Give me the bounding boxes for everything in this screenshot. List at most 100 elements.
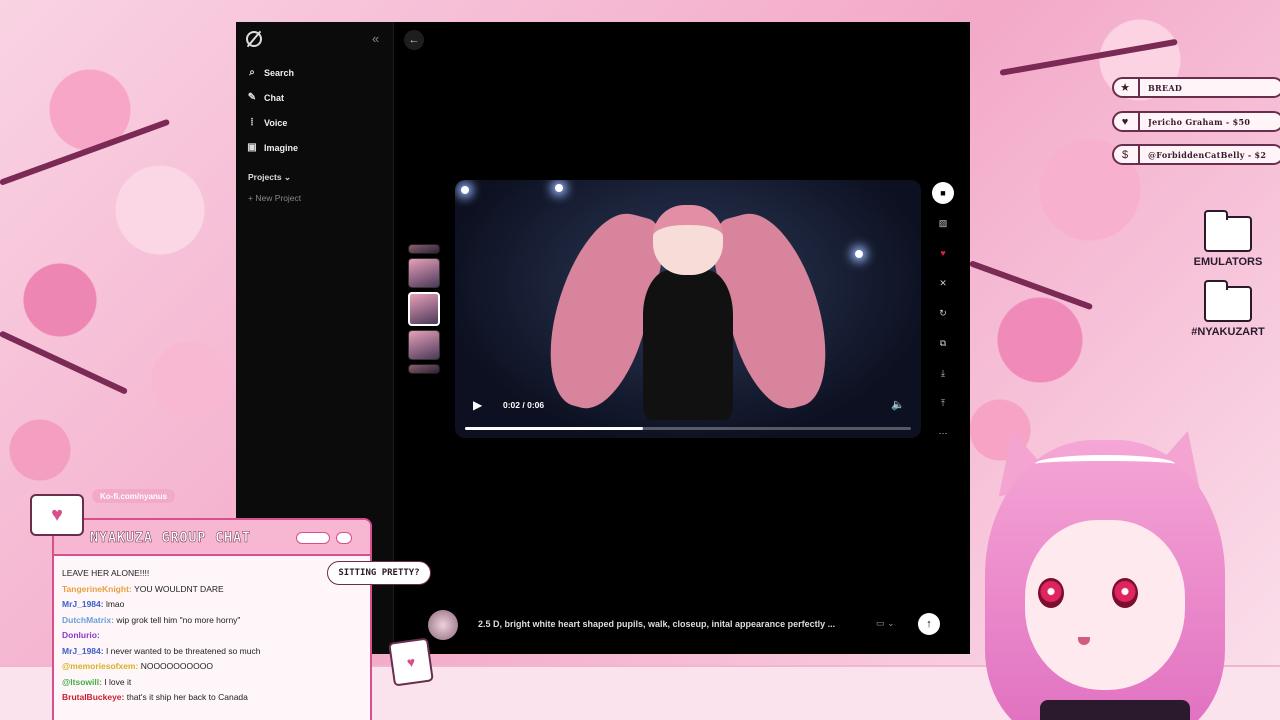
chat-text: NOOOOOOOOOO <box>140 661 213 671</box>
chat-username[interactable]: Donlurio: <box>62 630 100 640</box>
image-mode-icon[interactable]: ▨ <box>932 212 954 234</box>
chat-username[interactable]: DutchMatrix: <box>62 615 116 625</box>
decor-pill <box>296 532 330 544</box>
video-progress-fill <box>465 427 644 430</box>
desktop-folder-emulators[interactable]: EMULATORS <box>1190 210 1266 268</box>
chat-message: MrJ_1984: lmao <box>62 597 362 613</box>
alert-text: Jericho Graham - $50 <box>1148 116 1251 127</box>
video-side-toolbar: ■ ▨ ♥ ✕ ↻ ⧉ ⤓ ⤒ ⋯ <box>932 182 954 452</box>
chat-message: BrutalBuckeye: that's it ship her back t… <box>62 690 362 706</box>
volume-icon[interactable]: 🔈 <box>891 398 905 411</box>
sidebar-item-label: Imagine <box>264 142 299 153</box>
chat-title: NYAKUZA GROUP CHAT <box>90 530 251 547</box>
video-player[interactable]: ▶ 0:02 / 0:06 🔈 <box>455 180 921 438</box>
remix-icon[interactable]: ⧉ <box>932 332 954 354</box>
folder-label: EMULATORS <box>1193 256 1263 268</box>
chat-message: Donlurio: <box>62 628 362 644</box>
play-icon[interactable]: ▶ <box>473 398 482 412</box>
vtuber-headband <box>1035 455 1175 473</box>
sidebar-nav: ⌕ Search ✎ Chat ⦙ Voice ▣ Imagine <box>246 60 298 160</box>
thumbnail[interactable] <box>408 244 440 254</box>
vtuber-eye <box>1038 578 1064 608</box>
arrow-up-icon: ↑ <box>926 618 932 630</box>
sidebar-item-label: Chat <box>264 92 284 103</box>
sidebar-item-imagine[interactable]: ▣ Imagine <box>246 135 298 160</box>
sidebar-item-label: Voice <box>264 117 288 128</box>
sidebar-item-label: Search <box>264 67 295 78</box>
new-project-label: New Project <box>255 193 302 203</box>
chat-username[interactable]: BrutalBuckeye: <box>62 692 127 702</box>
folder-icon <box>1204 280 1252 322</box>
alert-latest-donation: ♥ Jericho Graham - $50 <box>1112 111 1280 132</box>
dollar-icon: $ <box>1112 144 1140 165</box>
chat-text: lmao <box>105 599 125 609</box>
projects-header[interactable]: Projects ⌄ <box>248 172 291 183</box>
x-share-icon[interactable]: ✕ <box>932 272 954 294</box>
sidebar-item-voice[interactable]: ⦙ Voice <box>246 110 298 135</box>
chat-username[interactable]: @ltsowill: <box>62 677 104 687</box>
thumbnail-selected[interactable] <box>408 292 440 326</box>
prompt-input[interactable]: 2.5 D, bright white heart shaped pupils,… <box>478 619 858 629</box>
projects-label: Projects <box>248 172 282 182</box>
video-controls: ▶ 0:02 / 0:06 🔈 <box>455 388 921 438</box>
kofi-link[interactable]: Ko-fi.com/nyanus <box>92 489 176 503</box>
grok-logo-icon[interactable] <box>246 31 262 47</box>
download-icon[interactable]: ⤓ <box>932 362 954 384</box>
vtuber-eye <box>1112 578 1138 608</box>
chat-message: @ltsowill: I love it <box>62 675 362 691</box>
more-icon[interactable]: ⋯ <box>932 422 954 444</box>
chat-username[interactable]: MrJ_1984: <box>62 646 106 656</box>
chat-message: MrJ_1984: I never wanted to be threatene… <box>62 644 362 660</box>
chat-username[interactable]: TangerineKnight: <box>62 584 134 594</box>
collapse-sidebar-icon[interactable]: « <box>372 31 379 46</box>
star-icon: ★ <box>1112 77 1140 98</box>
chat-messages: LEAVE HER ALONE!!!! TangerineKnight: YOU … <box>62 566 362 706</box>
alert-latest-tip: $ @ForbiddenCatBelly - $2 <box>1112 144 1280 165</box>
video-progress-bar[interactable] <box>465 427 911 430</box>
thumbnail[interactable] <box>408 330 440 360</box>
desktop-folder-nyakuzart[interactable]: #NYAKUZART <box>1186 280 1270 338</box>
chat-username[interactable]: @memoriesofxem: <box>62 661 141 671</box>
chat-message: LEAVE HER ALONE!!!! <box>62 566 362 582</box>
redo-icon[interactable]: ↻ <box>932 302 954 324</box>
envelope-icon: ♥ <box>388 637 434 687</box>
heart-speech-icon: ♥ <box>30 494 84 536</box>
search-icon: ⌕ <box>249 67 255 78</box>
back-button[interactable]: ← <box>404 30 424 50</box>
sidebar-item-search[interactable]: ⌕ Search <box>246 60 298 85</box>
video-mode-dropdown[interactable]: ▭ ⌄ <box>876 618 895 629</box>
alert-text: @ForbiddenCatBelly - $2 <box>1148 149 1267 160</box>
thumbnail[interactable] <box>408 364 440 374</box>
stream-chat-panel: NYAKUZA GROUP CHAT LEAVE HER ALONE!!!! Ta… <box>52 518 372 720</box>
send-button[interactable]: ↑ <box>918 613 940 635</box>
sidebar-item-chat[interactable]: ✎ Chat <box>246 85 298 110</box>
chat-header: NYAKUZA GROUP CHAT <box>54 520 370 556</box>
alert-text: BREAD <box>1148 82 1183 93</box>
prompt-image-thumbnail[interactable] <box>428 610 458 640</box>
video-time: 0:02 / 0:06 <box>503 400 545 410</box>
chat-message: DutchMatrix: wip grok tell him "no more … <box>62 613 362 629</box>
chat-username[interactable]: MrJ_1984: <box>62 599 106 609</box>
chat-text: wip grok tell him "no more horny" <box>116 614 241 625</box>
stage-light <box>855 250 863 258</box>
stage-light <box>555 184 563 192</box>
share-icon[interactable]: ⤒ <box>932 392 954 414</box>
video-mode-icon[interactable]: ■ <box>932 182 954 204</box>
chat-message: TangerineKnight: YOU WOULDNT DARE <box>62 582 362 598</box>
sitting-pretty-bubble: SITTING PRETTY? <box>327 561 431 585</box>
alert-latest-follow: ★ BREAD <box>1112 77 1280 98</box>
stage-light <box>461 186 469 194</box>
thumbnail-strip <box>408 244 440 378</box>
thumbnail[interactable] <box>408 258 440 288</box>
chat-text: LEAVE HER ALONE!!!! <box>62 568 150 578</box>
imagine-icon: ▣ <box>247 142 257 153</box>
folder-label: #NYAKUZART <box>1191 326 1265 338</box>
heart-icon[interactable]: ♥ <box>932 242 954 264</box>
chat-text: I love it <box>104 676 132 687</box>
new-project-button[interactable]: + New Project <box>248 193 301 203</box>
chat-icon: ✎ <box>247 92 257 103</box>
prompt-bar: 2.5 D, bright white heart shaped pupils,… <box>428 610 944 640</box>
decor-pill <box>336 532 352 544</box>
chat-text: YOU WOULDNT DARE <box>134 583 224 594</box>
folder-icon <box>1204 210 1252 252</box>
